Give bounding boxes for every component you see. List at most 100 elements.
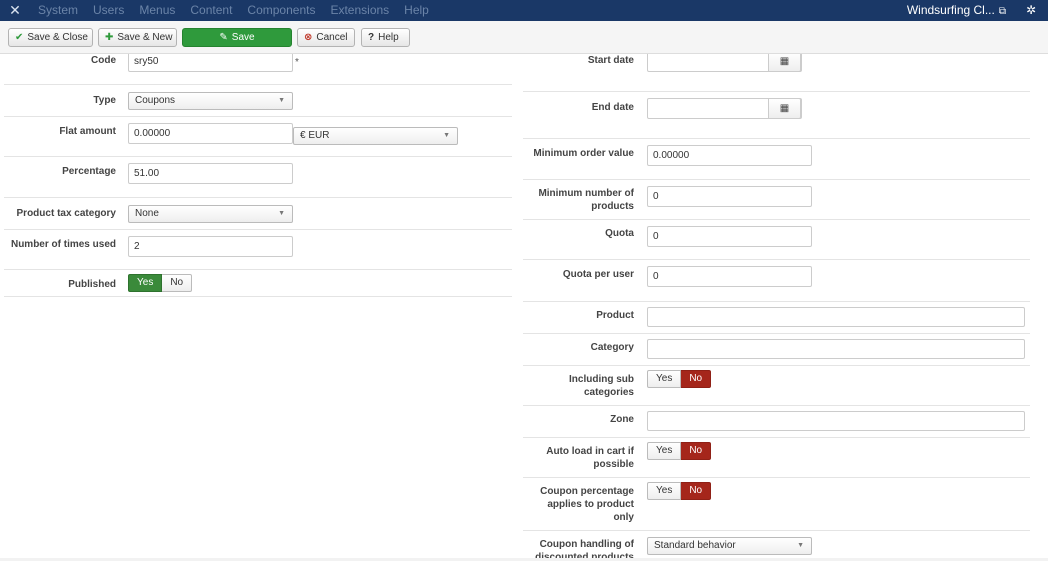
menu-users[interactable]: Users bbox=[93, 0, 124, 21]
coupon-pct-toggle: Yes No bbox=[647, 482, 712, 500]
tax-category-select[interactable]: None ▼ bbox=[128, 205, 293, 223]
menu-help[interactable]: Help bbox=[404, 0, 429, 21]
published-no[interactable]: No bbox=[162, 274, 193, 292]
site-link[interactable]: Windsurfing Cl... ⧉ bbox=[907, 0, 1006, 22]
including-sub-label: Including sub categories bbox=[569, 374, 634, 398]
chevron-down-icon: ▼ bbox=[443, 132, 450, 139]
category-label: Category bbox=[590, 342, 634, 353]
times-used-label: Number of times used bbox=[10, 239, 116, 250]
row-zone: Zone bbox=[523, 406, 1030, 438]
calendar-icon[interactable]: ▦ bbox=[768, 54, 801, 72]
main-menu: System Users Menus Content Components Ex… bbox=[38, 0, 444, 21]
check-icon: ✔ bbox=[15, 32, 24, 43]
coupon-handling-label: Coupon handling of discounted products bbox=[535, 539, 634, 559]
auto-load-no[interactable]: No bbox=[681, 442, 712, 460]
flat-amount-input[interactable]: 0.00000 bbox=[128, 123, 293, 144]
menu-menus[interactable]: Menus bbox=[139, 0, 175, 21]
row-published: Published Yes No bbox=[4, 270, 512, 297]
flat-amount-label: Flat amount bbox=[59, 126, 116, 137]
auto-load-yes[interactable]: Yes bbox=[647, 442, 682, 460]
quota-input[interactable]: 0 bbox=[647, 226, 812, 247]
row-tax-category: Product tax category None ▼ bbox=[4, 198, 512, 230]
percentage-label: Percentage bbox=[62, 166, 116, 177]
gear-icon[interactable]: ✲ bbox=[1026, 0, 1036, 20]
row-percentage: Percentage 51.00 bbox=[4, 157, 512, 198]
menu-content[interactable]: Content bbox=[190, 0, 232, 21]
cancel-button[interactable]: ⊗ Cancel bbox=[297, 28, 355, 47]
row-auto-load: Auto load in cart if possible Yes No bbox=[523, 438, 1030, 478]
end-date-label: End date bbox=[591, 102, 634, 113]
toolbar: ✔ Save & Close ✚ Save & New ✎ Save ⊗ Cancel … bbox=[0, 21, 1048, 54]
start-date-label: Start date bbox=[587, 55, 634, 66]
zone-label: Zone bbox=[610, 414, 634, 425]
external-link-icon: ⧉ bbox=[998, 6, 1006, 17]
type-select[interactable]: Coupons ▼ bbox=[128, 92, 293, 110]
including-sub-toggle: Yes No bbox=[647, 370, 712, 388]
row-category: Category bbox=[523, 334, 1030, 366]
published-toggle: Yes No bbox=[128, 274, 193, 292]
coupon-pct-label: Coupon percentage applies to product onl… bbox=[540, 486, 634, 523]
times-used-input[interactable]: 2 bbox=[128, 236, 293, 257]
required-asterisk: * bbox=[295, 57, 299, 68]
menu-system[interactable]: System bbox=[38, 0, 78, 21]
save-button[interactable]: ✎ Save bbox=[182, 28, 292, 47]
quota-user-input[interactable]: 0 bbox=[647, 266, 812, 287]
row-flat-amount: Flat amount 0.00000 € EUR ▼ bbox=[4, 117, 512, 157]
quota-label: Quota bbox=[605, 228, 634, 239]
row-min-order: Minimum order value 0.00000 bbox=[523, 139, 1030, 180]
currency-select[interactable]: € EUR ▼ bbox=[293, 127, 458, 145]
type-label: Type bbox=[93, 95, 116, 106]
row-quota-user: Quota per user 0 bbox=[523, 260, 1030, 302]
joomla-logo-icon[interactable]: ✕ bbox=[7, 3, 23, 18]
auto-load-toggle: Yes No bbox=[647, 442, 712, 460]
category-input[interactable] bbox=[647, 339, 1025, 359]
end-date-input[interactable]: ▦ bbox=[647, 98, 802, 119]
chevron-down-icon: ▼ bbox=[797, 542, 804, 549]
edit-icon: ✎ bbox=[219, 32, 228, 43]
admin-navbar: ✕ System Users Menus Content Components … bbox=[0, 0, 1048, 21]
product-label: Product bbox=[596, 310, 634, 321]
cancel-icon: ⊗ bbox=[304, 32, 313, 43]
row-times-used: Number of times used 2 bbox=[4, 230, 512, 270]
min-order-label: Minimum order value bbox=[533, 148, 634, 159]
min-products-input[interactable]: 0 bbox=[647, 186, 812, 207]
row-end-date: End date ▦ bbox=[523, 92, 1030, 139]
code-label: Code bbox=[91, 55, 116, 66]
including-sub-no[interactable]: No bbox=[681, 370, 712, 388]
site-name: Windsurfing Cl... bbox=[906, 3, 995, 17]
row-start-date: Start date ▦ bbox=[523, 54, 1030, 92]
quota-user-label: Quota per user bbox=[562, 269, 634, 280]
chevron-down-icon: ▼ bbox=[278, 97, 285, 104]
code-input[interactable]: sry50 bbox=[128, 54, 293, 72]
tax-category-label: Product tax category bbox=[16, 208, 116, 219]
published-label: Published bbox=[68, 279, 116, 290]
product-input[interactable] bbox=[647, 307, 1025, 327]
row-quota: Quota 0 bbox=[523, 220, 1030, 260]
menu-components[interactable]: Components bbox=[247, 0, 315, 21]
min-order-input[interactable]: 0.00000 bbox=[647, 145, 812, 166]
published-yes[interactable]: Yes bbox=[128, 274, 163, 292]
menu-extensions[interactable]: Extensions bbox=[330, 0, 389, 21]
row-product: Product bbox=[523, 302, 1030, 334]
row-including-sub: Including sub categories Yes No bbox=[523, 366, 1030, 406]
zone-input[interactable] bbox=[647, 411, 1025, 431]
row-coupon-handling: Coupon handling of discounted products S… bbox=[523, 531, 1030, 559]
row-code: Code sry50 * bbox=[4, 54, 512, 85]
coupon-pct-yes[interactable]: Yes bbox=[647, 482, 682, 500]
save-close-button[interactable]: ✔ Save & Close bbox=[8, 28, 93, 47]
start-date-input[interactable]: ▦ bbox=[647, 54, 802, 72]
row-type: Type Coupons ▼ bbox=[4, 85, 512, 117]
min-products-label: Minimum number of products bbox=[538, 188, 634, 212]
coupon-pct-no[interactable]: No bbox=[681, 482, 712, 500]
including-sub-yes[interactable]: Yes bbox=[647, 370, 682, 388]
percentage-input[interactable]: 51.00 bbox=[128, 163, 293, 184]
row-coupon-pct: Coupon percentage applies to product onl… bbox=[523, 478, 1030, 531]
form-content: Code sry50 * Type Coupons ▼ Flat amount 0… bbox=[0, 54, 1048, 559]
save-new-button[interactable]: ✚ Save & New bbox=[98, 28, 177, 47]
calendar-icon[interactable]: ▦ bbox=[768, 98, 801, 119]
row-min-products: Minimum number of products 0 bbox=[523, 180, 1030, 220]
question-icon: ? bbox=[368, 32, 375, 43]
coupon-handling-select[interactable]: Standard behavior ▼ bbox=[647, 537, 812, 555]
auto-load-label: Auto load in cart if possible bbox=[546, 446, 634, 470]
help-button[interactable]: ? Help bbox=[361, 28, 410, 47]
